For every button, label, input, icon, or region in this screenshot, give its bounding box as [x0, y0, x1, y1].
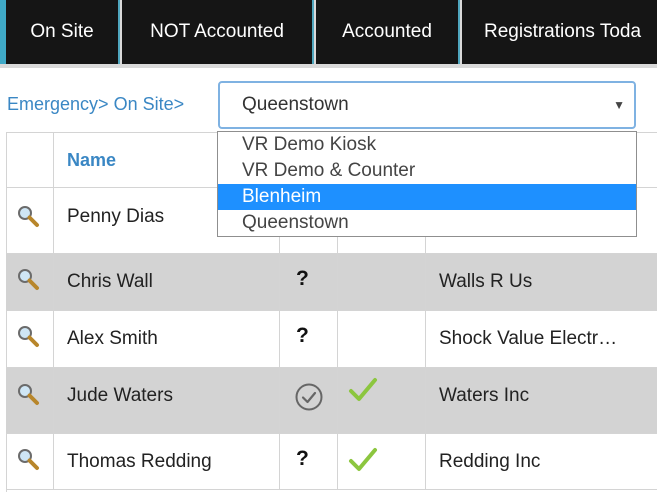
- breadcrumb: Emergency> On Site>: [7, 94, 184, 115]
- location-select[interactable]: Queenstown ▼: [218, 81, 636, 129]
- magnifier-icon[interactable]: [16, 382, 40, 406]
- location-dropdown-list: VR Demo Kiosk VR Demo & Counter Blenheim…: [217, 131, 637, 237]
- row-name: Thomas Redding: [67, 451, 212, 472]
- row-company: Waters Inc: [439, 385, 530, 406]
- table-row[interactable]: Jude Waters Waters Inc: [6, 367, 657, 433]
- green-check-icon: [349, 448, 377, 471]
- dropdown-option-queenstown[interactable]: Queenstown: [218, 210, 636, 236]
- magnifier-icon[interactable]: [16, 267, 40, 291]
- magnifier-icon[interactable]: [16, 447, 40, 471]
- circle-check-icon[interactable]: [294, 382, 324, 412]
- breadcrumb-on-site-link[interactable]: On Site>: [114, 94, 185, 114]
- tab-not-accounted[interactable]: NOT Accounted: [122, 0, 314, 64]
- tab-registrations-today[interactable]: Registrations Toda: [462, 0, 657, 64]
- dropdown-option-vr-demo-counter[interactable]: VR Demo & Counter: [218, 158, 636, 184]
- row-company: Redding Inc: [439, 451, 541, 472]
- question-mark-icon[interactable]: ?: [296, 267, 309, 291]
- magnifier-icon[interactable]: [16, 204, 40, 228]
- table-row[interactable]: Chris Wall ? Walls R Us: [6, 253, 657, 310]
- row-company: Walls R Us: [439, 271, 533, 292]
- dropdown-option-blenheim[interactable]: Blenheim: [218, 184, 636, 210]
- column-header-name[interactable]: Name: [54, 150, 116, 171]
- row-name: Jude Waters: [67, 385, 173, 406]
- table-row[interactable]: Alex Smith ? Shock Value Electr…: [6, 310, 657, 367]
- tab-bar: On Site NOT Accounted Accounted Registra…: [0, 0, 657, 68]
- row-name: Alex Smith: [67, 328, 158, 349]
- magnifier-icon[interactable]: [16, 324, 40, 348]
- tab-on-site[interactable]: On Site: [6, 0, 120, 64]
- question-mark-icon[interactable]: ?: [296, 447, 309, 471]
- location-select-value: Queenstown: [242, 94, 349, 115]
- green-check-icon: [349, 378, 377, 401]
- breadcrumb-emergency-link[interactable]: Emergency>: [7, 94, 109, 114]
- tab-accounted[interactable]: Accounted: [316, 0, 460, 64]
- row-company: Shock Value Electr…: [439, 328, 618, 349]
- row-name: Chris Wall: [67, 271, 153, 292]
- question-mark-icon[interactable]: ?: [296, 324, 309, 348]
- table-row[interactable]: Thomas Redding ? Redding Inc: [6, 433, 657, 490]
- chevron-down-icon: ▼: [613, 98, 625, 112]
- dropdown-option-vr-demo-kiosk[interactable]: VR Demo Kiosk: [218, 132, 636, 158]
